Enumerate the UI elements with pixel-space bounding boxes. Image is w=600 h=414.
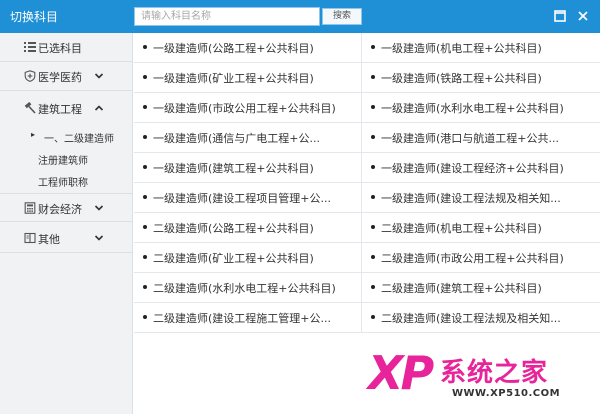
- subject-item[interactable]: 一级建造师(建设工程项目管理+公...: [134, 183, 362, 212]
- chevron-down-icon: [94, 204, 104, 212]
- watermark-url: WWW.XP510.COM: [452, 388, 561, 399]
- hammer-icon: [24, 102, 36, 114]
- list-icon: [24, 41, 36, 53]
- table-row: 一级建造师(建筑工程+公共科目) 一级建造师(建设工程经济+公共科目): [134, 153, 600, 183]
- calculator-icon: [24, 202, 36, 214]
- sidebar-item-label: 已选科目: [38, 42, 82, 55]
- sidebar-item-finance[interactable]: 财会经济: [0, 193, 133, 222]
- sidebar-item-label: 其他: [38, 233, 60, 246]
- watermark-xp: XP: [368, 346, 434, 400]
- sidebar-subitem-label: 一、二级建造师: [44, 134, 114, 145]
- subject-item[interactable]: 一级建造师(建设工程经济+公共科目): [362, 153, 600, 182]
- subject-item[interactable]: 一级建造师(矿业工程+公共科目): [134, 63, 362, 92]
- sidebar-subitem-engineer-title[interactable]: 工程师职称: [0, 170, 133, 190]
- bullet-icon: [143, 45, 147, 49]
- table-row: 二级建造师(矿业工程+公共科目) 二级建造师(市政公用工程+公共科目): [134, 243, 600, 273]
- sidebar-item-selected[interactable]: 已选科目: [0, 33, 133, 62]
- active-marker: ▸: [31, 130, 36, 139]
- close-icon[interactable]: [576, 9, 590, 23]
- subject-item[interactable]: 一级建造师(公路工程+公共科目): [134, 33, 362, 62]
- table-row: 一级建造师(通信与广电工程+公... 一级建造师(港口与航道工程+公共...: [134, 123, 600, 153]
- bullet-icon: [371, 45, 375, 49]
- subject-list: 一级建造师(公路工程+公共科目) 一级建造师(机电工程+公共科目) 一级建造师(…: [134, 33, 600, 335]
- bullet-icon: [371, 315, 375, 319]
- bullet-icon: [371, 195, 375, 199]
- table-row: 一级建造师(市政公用工程+公共科目) 一级建造师(水利水电工程+公共科目): [134, 93, 600, 123]
- sidebar-subitem-architect[interactable]: 注册建筑师: [0, 148, 133, 168]
- watermark-brand: 系统之家: [440, 358, 549, 388]
- table-row: 一级建造师(矿业工程+公共科目) 一级建造师(铁路工程+公共科目): [134, 63, 600, 93]
- bullet-icon: [143, 285, 147, 289]
- bullet-icon: [143, 135, 147, 139]
- subject-item[interactable]: 二级建造师(公路工程+公共科目): [134, 213, 362, 242]
- bullet-icon: [143, 105, 147, 109]
- bullet-icon: [143, 195, 147, 199]
- sidebar-item-medical[interactable]: 医学医药: [0, 62, 133, 91]
- bullet-icon: [143, 255, 147, 259]
- book-icon: [24, 232, 36, 244]
- sidebar-subitem-constructor[interactable]: ▸ 一、二级建造师: [0, 126, 133, 146]
- bullet-icon: [371, 255, 375, 259]
- subject-item[interactable]: 二级建造师(矿业工程+公共科目): [134, 243, 362, 272]
- search-button[interactable]: 搜索: [322, 8, 362, 25]
- watermark-logo: XP 系统之家 WWW.XP510.COM: [368, 346, 594, 410]
- shield-icon: [24, 70, 36, 82]
- subject-item[interactable]: 一级建造师(机电工程+公共科目): [362, 33, 600, 62]
- sidebar: 已选科目 医学医药 建筑工程 ▸ 一、二级建造师 注册建筑师 工程师职称 财会经…: [0, 33, 133, 414]
- bullet-icon: [371, 285, 375, 289]
- chevron-up-icon: [94, 104, 104, 112]
- chevron-down-icon: [94, 234, 104, 242]
- subject-item[interactable]: 二级建造师(水利水电工程+公共科目): [134, 273, 362, 302]
- subject-item[interactable]: 二级建造师(建设工程法规及相关知...: [362, 303, 600, 332]
- bullet-icon: [371, 165, 375, 169]
- subject-item[interactable]: 一级建造师(水利水电工程+公共科目): [362, 93, 600, 122]
- subject-item[interactable]: 一级建造师(铁路工程+公共科目): [362, 63, 600, 92]
- bullet-icon: [143, 225, 147, 229]
- table-row: 二级建造师(公路工程+公共科目) 二级建造师(机电工程+公共科目): [134, 213, 600, 243]
- bullet-icon: [143, 75, 147, 79]
- subject-item[interactable]: 二级建造师(建设工程施工管理+公...: [134, 303, 362, 332]
- table-row: 一级建造师(公路工程+公共科目) 一级建造师(机电工程+公共科目): [134, 33, 600, 63]
- sidebar-item-other[interactable]: 其他: [0, 224, 133, 253]
- subject-item[interactable]: 二级建造师(机电工程+公共科目): [362, 213, 600, 242]
- subject-item[interactable]: 一级建造师(建筑工程+公共科目): [134, 153, 362, 182]
- sidebar-item-label: 医学医药: [38, 71, 82, 84]
- sidebar-item-label: 财会经济: [38, 203, 82, 216]
- table-row: 二级建造师(水利水电工程+公共科目) 二级建造师(建筑工程+公共科目): [134, 273, 600, 303]
- maximize-icon[interactable]: [553, 9, 567, 23]
- bullet-icon: [371, 225, 375, 229]
- subject-item[interactable]: 一级建造师(通信与广电工程+公...: [134, 123, 362, 152]
- sidebar-item-label: 建筑工程: [38, 103, 82, 116]
- subject-item[interactable]: 二级建造师(市政公用工程+公共科目): [362, 243, 600, 272]
- chevron-down-icon: [94, 72, 104, 80]
- table-row: 一级建造师(建设工程项目管理+公... 一级建造师(建设工程法规及相关知...: [134, 183, 600, 213]
- sidebar-item-construction[interactable]: 建筑工程: [0, 94, 133, 123]
- bullet-icon: [371, 105, 375, 109]
- bullet-icon: [371, 135, 375, 139]
- subject-item[interactable]: 二级建造师(建筑工程+公共科目): [362, 273, 600, 302]
- bullet-icon: [371, 75, 375, 79]
- subject-item[interactable]: 一级建造师(市政公用工程+公共科目): [134, 93, 362, 122]
- search-input[interactable]: [134, 7, 320, 26]
- sidebar-subitem-label: 注册建筑师: [38, 156, 88, 167]
- bullet-icon: [143, 165, 147, 169]
- table-row: 二级建造师(建设工程施工管理+公... 二级建造师(建设工程法规及相关知...: [134, 303, 600, 333]
- window-title: 切换科目: [10, 10, 59, 24]
- sidebar-subitem-label: 工程师职称: [38, 178, 88, 189]
- bullet-icon: [143, 315, 147, 319]
- title-bar: 切换科目 搜索: [0, 0, 600, 33]
- subject-item[interactable]: 一级建造师(港口与航道工程+公共...: [362, 123, 600, 152]
- subject-item[interactable]: 一级建造师(建设工程法规及相关知...: [362, 183, 600, 212]
